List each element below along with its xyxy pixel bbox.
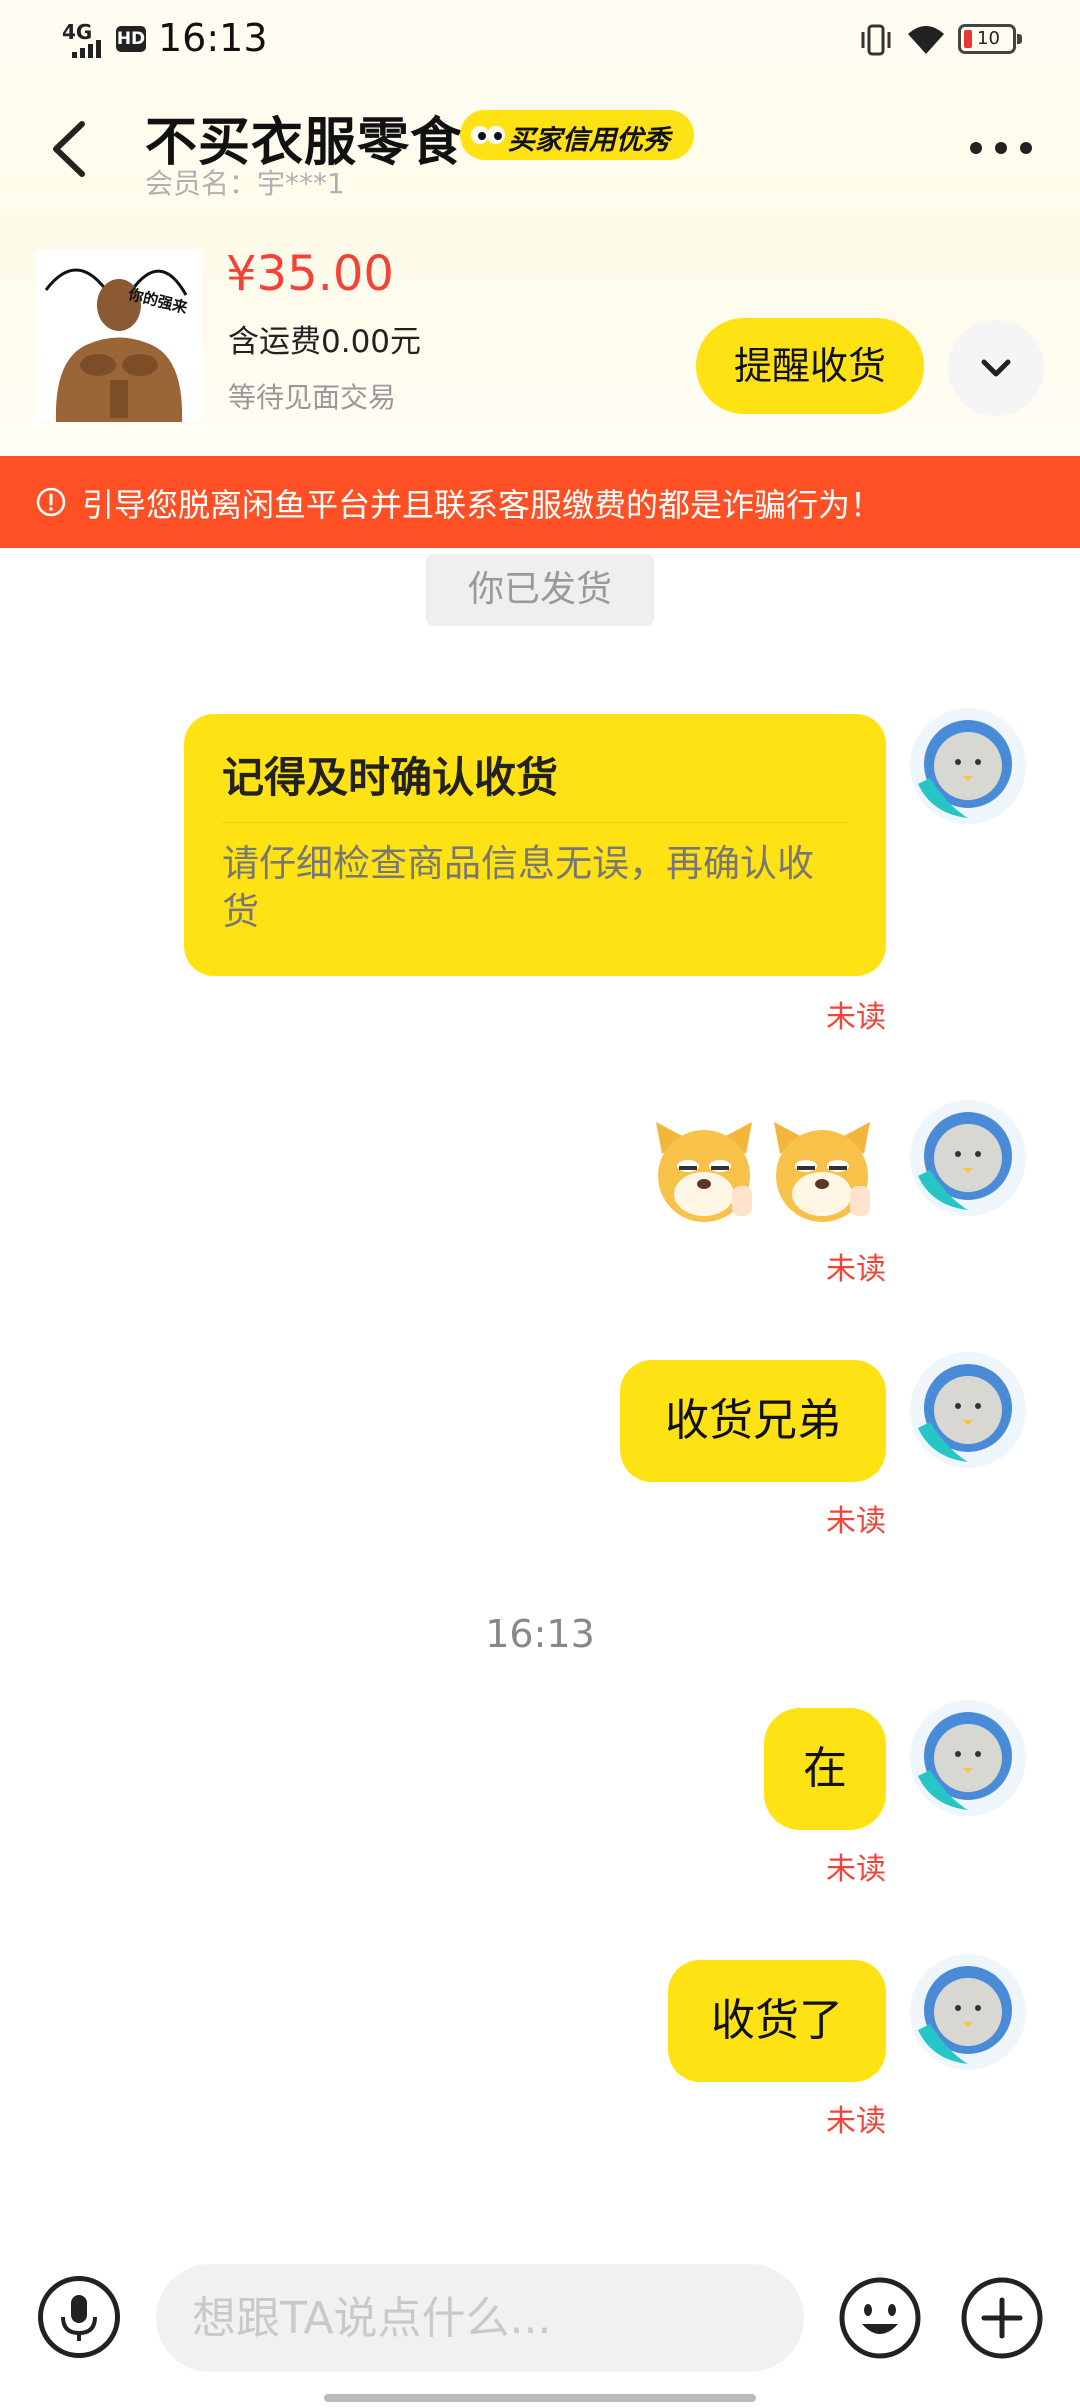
card-body: 请仔细检查商品信息无误，再确认收货 — [222, 842, 814, 933]
home-indicator[interactable] — [324, 2394, 756, 2402]
signal-icon — [72, 40, 101, 58]
doge-thumbs-up-sticker[interactable] — [648, 1116, 760, 1228]
vibrate-icon — [861, 24, 891, 56]
time-separator: 16:13 — [485, 1612, 595, 1656]
eyes-icon — [471, 126, 505, 144]
plus-icon[interactable] — [960, 2276, 1044, 2360]
status-time: 16:13 — [158, 16, 268, 60]
avatar[interactable] — [908, 706, 1028, 826]
microphone-icon[interactable] — [38, 2276, 120, 2358]
message-bubble[interactable]: 收货了 — [668, 1960, 886, 2082]
read-status: 未读 — [826, 1852, 886, 1887]
message-card[interactable]: 记得及时确认收货 请仔细检查商品信息无误，再确认收货 — [184, 714, 886, 976]
credit-badge: 买家信用优秀 — [460, 110, 694, 160]
shipping-fee: 含运费0.00元 — [228, 324, 422, 360]
product-price: ¥35.00 — [226, 246, 394, 302]
read-status: 未读 — [826, 1504, 886, 1539]
message-bubble[interactable]: 收货兄弟 — [620, 1360, 886, 1482]
fraud-warning-banner: 引导您脱离闲鱼平台并且联系客服缴费的都是诈骗行为！ — [0, 456, 1080, 548]
battery-level: 10 — [977, 28, 1000, 49]
member-name: 会员名：宇***1 — [145, 167, 345, 200]
doge-thumbs-up-sticker[interactable] — [766, 1116, 878, 1228]
more-dots-icon[interactable] — [966, 128, 1036, 168]
read-status: 未读 — [826, 1252, 886, 1287]
message-input[interactable] — [156, 2264, 804, 2372]
credit-badge-label: 买家信用优秀 — [508, 125, 670, 156]
warning-text: 引导您脱离闲鱼平台并且联系客服缴费的都是诈骗行为！ — [82, 486, 883, 524]
remind-receipt-button[interactable]: 提醒收货 — [696, 318, 924, 414]
status-bar: 4G HD 16:13 10 — [0, 0, 1080, 80]
alert-circle-icon — [36, 487, 66, 517]
avatar[interactable] — [908, 1350, 1028, 1470]
avatar[interactable] — [908, 1698, 1028, 1818]
product-thumbnail[interactable]: 你的强来 — [36, 250, 202, 422]
card-divider — [222, 822, 848, 823]
card-title: 记得及时确认收货 — [222, 753, 559, 802]
trade-status: 等待见面交易 — [228, 381, 397, 414]
smile-icon[interactable] — [838, 2276, 922, 2360]
avatar[interactable] — [908, 1952, 1028, 2072]
message-bubble[interactable]: 在 — [764, 1708, 886, 1830]
battery-icon: 10 — [958, 24, 1022, 54]
product-image — [36, 250, 202, 422]
chevron-down-icon[interactable] — [948, 320, 1044, 416]
avatar[interactable] — [908, 1098, 1028, 1218]
chevron-left-icon[interactable] — [44, 116, 100, 182]
wifi-icon — [908, 26, 944, 54]
read-status: 未读 — [826, 1000, 886, 1035]
system-message: 你已发货 — [426, 554, 654, 626]
hd-icon: HD — [116, 26, 146, 52]
read-status: 未读 — [826, 2104, 886, 2139]
microphone-glyph — [61, 2295, 97, 2341]
